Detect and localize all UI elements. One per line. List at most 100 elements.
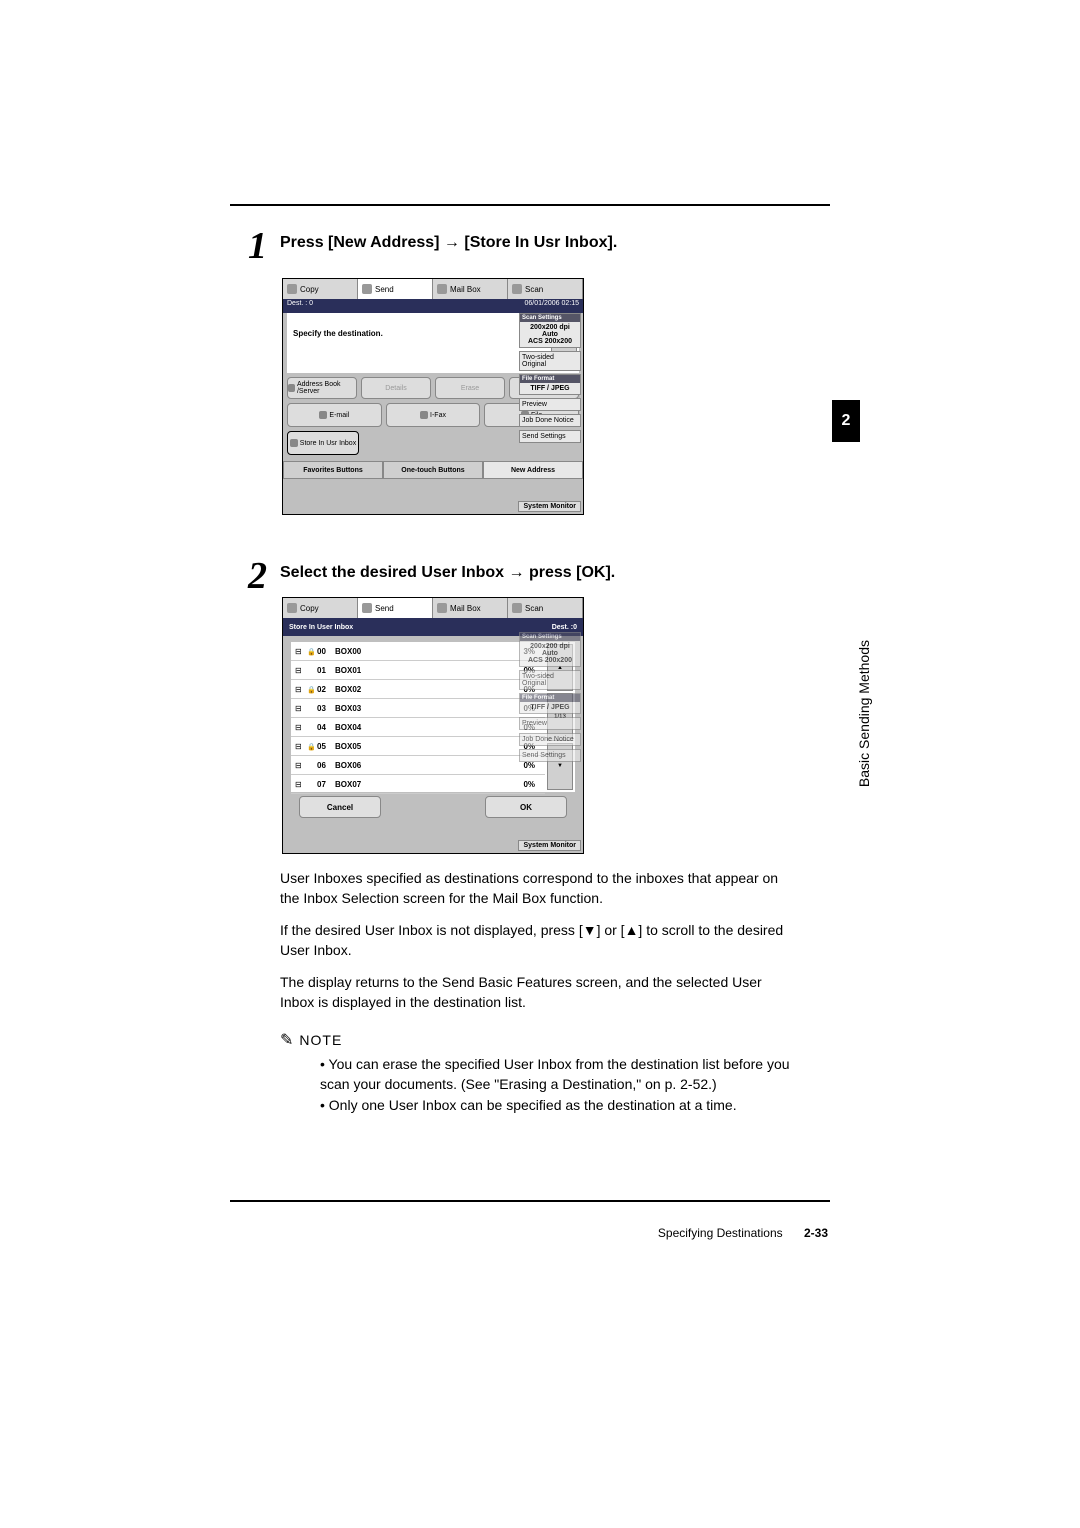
inbox-percent: 0%	[387, 704, 541, 713]
ifax-button[interactable]: I-Fax	[386, 403, 481, 427]
screenshot-1: Copy Send Mail Box Scan Dest. : 0 06/01/…	[282, 278, 584, 515]
store-in-usr-inbox-button[interactable]: Store In Usr Inbox	[287, 431, 359, 455]
inbox-number: 00	[317, 647, 335, 656]
one-touch-buttons-tab[interactable]: One-touch Buttons	[383, 461, 483, 479]
inbox-drive-icon: ⊟	[295, 761, 305, 769]
details-button[interactable]: Details	[361, 377, 431, 399]
tab-mailbox[interactable]: Mail Box	[433, 279, 508, 299]
job-done-notice-button[interactable]: Job Done Notice	[519, 414, 581, 427]
scan-settings-panel-2: Scan Settings 200x200 dpi Auto ACS 200x2…	[519, 632, 581, 667]
tab-scan-label-2: Scan	[525, 604, 543, 613]
step-number-2: 2	[248, 554, 267, 598]
tab-scan-2[interactable]: Scan	[508, 598, 583, 618]
inbox-drive-icon: ⊟	[295, 723, 305, 731]
preview-button-2: Preview	[519, 717, 581, 730]
address-book-button[interactable]: Address Book /Server	[287, 377, 357, 399]
specify-destination-label: Specify the destination.	[287, 313, 549, 373]
tab-scan-label: Scan	[525, 285, 543, 294]
inbox-name: BOX02	[335, 685, 387, 694]
note-bullets: You can erase the specified User Inbox f…	[320, 1054, 800, 1115]
dpi-value: 200x200 dpi	[522, 324, 578, 331]
address-book-label: Address Book /Server	[297, 381, 356, 395]
tab-copy-2[interactable]: Copy	[283, 598, 358, 618]
inbox-percent: 0%	[387, 685, 541, 694]
scan-settings-panel[interactable]: Scan Settings 200x200 dpi Auto ACS 200x2…	[519, 313, 581, 348]
cancel-button[interactable]: Cancel	[299, 796, 381, 818]
inbox-number: 06	[317, 761, 335, 770]
lock-icon	[307, 742, 315, 750]
scan-settings-header: Scan Settings	[520, 314, 580, 322]
file-format-panel[interactable]: File Format TIFF / JPEG	[519, 374, 581, 395]
tiff-jpeg-value-2: TIFF / JPEG	[522, 704, 578, 711]
inbox-number: 01	[317, 666, 335, 675]
ifax-label: I-Fax	[430, 412, 446, 419]
tab-copy[interactable]: Copy	[283, 279, 358, 299]
user-inbox-dest: Dest. :0	[552, 624, 577, 631]
acs-value: ACS 200x200	[522, 338, 578, 345]
inbox-name: BOX07	[335, 780, 387, 789]
pencil-icon: ✎	[280, 1030, 293, 1050]
screenshot-2: Copy Send Mail Box Scan Store In User In…	[282, 597, 584, 854]
inbox-row[interactable]: ⊟02BOX020%	[291, 680, 545, 699]
job-done-notice-button-2: Job Done Notice	[519, 733, 581, 746]
bullet-1: You can erase the specified User Inbox f…	[320, 1054, 800, 1095]
inbox-name: BOX04	[335, 723, 387, 732]
system-monitor-button-2[interactable]: System Monitor	[518, 840, 581, 851]
ifax-icon	[420, 411, 428, 419]
paragraph-2: If the desired User Inbox is not display…	[280, 920, 790, 961]
tab-send-label: Send	[375, 285, 394, 294]
step-number-1: 1	[248, 224, 267, 268]
arrow-icon: →	[444, 234, 460, 251]
inbox-name: BOX00	[335, 647, 387, 656]
store-label: Store In Usr Inbox	[300, 440, 356, 447]
inbox-row[interactable]: ⊟06BOX060%	[291, 756, 545, 775]
ok-button[interactable]: OK	[485, 796, 567, 818]
copy-icon	[287, 603, 297, 613]
step2-heading: Select the desired User Inbox → press [O…	[280, 564, 615, 582]
inbox-row[interactable]: ⊟07BOX070%	[291, 775, 545, 794]
auto-value: Auto	[522, 331, 578, 338]
email-label: E-mail	[329, 412, 349, 419]
bottom-rule	[230, 1200, 830, 1202]
tab-send-2[interactable]: Send	[358, 598, 433, 618]
tab-send[interactable]: Send	[358, 279, 433, 299]
chapter-tab: 2	[832, 400, 860, 442]
inbox-row[interactable]: ⊟03BOX030%	[291, 699, 545, 718]
inbox-percent: 0%	[387, 723, 541, 732]
send-settings-button[interactable]: Send Settings	[519, 430, 581, 443]
tab-send-label-2: Send	[375, 604, 394, 613]
inbox-row[interactable]: ⊟01BOX010%	[291, 661, 545, 680]
paragraph-1: User Inboxes specified as destinations c…	[280, 868, 790, 909]
inbox-row[interactable]: ⊟00BOX003%	[291, 642, 545, 661]
mailbox-icon	[437, 284, 447, 294]
book-icon	[288, 384, 295, 392]
new-address-tab[interactable]: New Address	[483, 461, 583, 479]
two-sided-button[interactable]: Two-sided Original	[519, 351, 581, 371]
mailbox-icon	[437, 603, 447, 613]
step1-heading: Press [New Address] → [Store In Usr Inbo…	[280, 234, 617, 252]
auto-value-2: Auto	[522, 650, 578, 657]
inbox-name: BOX01	[335, 666, 387, 675]
inbox-row[interactable]: ⊟04BOX040%	[291, 718, 545, 737]
erase-button[interactable]: Erase	[435, 377, 505, 399]
dpi-value-2: 200x200 dpi	[522, 643, 578, 650]
tab-mailbox-label-2: Mail Box	[450, 604, 481, 613]
inbox-drive-icon: ⊟	[295, 666, 305, 674]
lock-icon	[307, 761, 315, 769]
email-button[interactable]: E-mail	[287, 403, 382, 427]
chapter-title: Basic Sending Methods	[856, 640, 872, 787]
preview-button[interactable]: Preview	[519, 398, 581, 411]
tiff-jpeg-value: TIFF / JPEG	[522, 385, 578, 392]
favorites-buttons-tab[interactable]: Favorites Buttons	[283, 461, 383, 479]
footer-section: Specifying Destinations	[658, 1226, 783, 1240]
user-inbox-title: Store In User Inbox	[289, 624, 353, 631]
tab-scan[interactable]: Scan	[508, 279, 583, 299]
inbox-drive-icon: ⊟	[295, 742, 305, 750]
step2-post: press [OK].	[525, 564, 616, 581]
tab-mailbox-2[interactable]: Mail Box	[433, 598, 508, 618]
note-heading: ✎ NOTE	[280, 1030, 342, 1050]
inbox-row[interactable]: ⊟05BOX050%	[291, 737, 545, 756]
top-rule	[230, 204, 830, 206]
system-monitor-button[interactable]: System Monitor	[518, 501, 581, 512]
page-footer: Specifying Destinations 2-33	[658, 1226, 828, 1240]
